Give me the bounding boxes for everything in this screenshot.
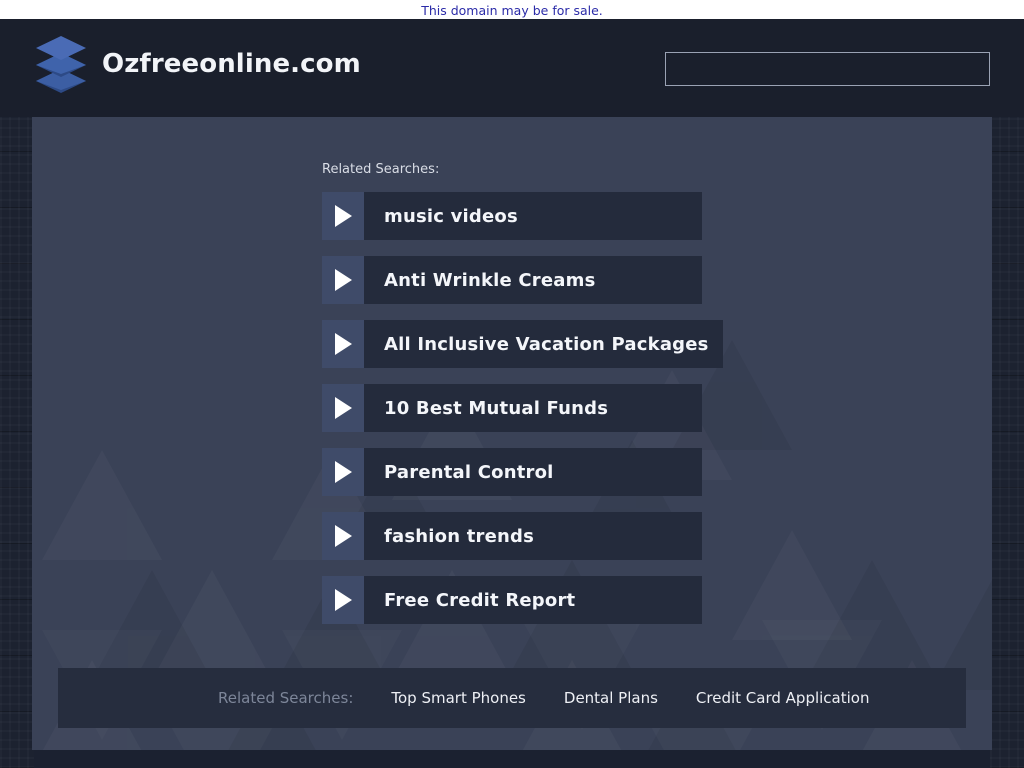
list-item-label: Anti Wrinkle Creams [384, 269, 596, 291]
related-searches-list: music videos Anti Wrinkle Creams All Inc… [322, 192, 723, 640]
list-item-label: Free Credit Report [384, 589, 576, 611]
footer-related-searches-bar: Related Searches: Top Smart Phones Denta… [58, 668, 966, 728]
play-arrow-icon [322, 512, 364, 560]
domain-for-sale-link[interactable]: This domain may be for sale. [421, 1, 603, 20]
page-root: This domain may be for sale. Ozfreeonlin… [0, 0, 1024, 768]
play-arrow-icon [322, 256, 364, 304]
list-item-label: fashion trends [384, 525, 535, 547]
site-header: Ozfreeonline.com [0, 19, 1024, 117]
list-item-text: fashion trends [364, 512, 702, 560]
brand-logo[interactable]: Ozfreeonline.com [34, 33, 361, 95]
list-item[interactable]: Parental Control [322, 448, 702, 496]
play-arrow-icon [322, 192, 364, 240]
brand-name: Ozfreeonline.com [102, 49, 361, 79]
related-searches-label: Related Searches: [322, 162, 440, 177]
search-input[interactable] [665, 52, 990, 86]
stacked-layers-icon [36, 36, 86, 93]
play-arrow-icon [322, 384, 364, 432]
list-item-label: music videos [384, 205, 518, 227]
list-item-label: Parental Control [384, 461, 554, 483]
footer-link-credit-card-application[interactable]: Credit Card Application [696, 689, 870, 707]
list-item-text: music videos [364, 192, 702, 240]
list-item-label: 10 Best Mutual Funds [384, 397, 609, 419]
footer-link-dental-plans[interactable]: Dental Plans [564, 689, 658, 707]
list-item[interactable]: 10 Best Mutual Funds [322, 384, 702, 432]
list-item[interactable]: fashion trends [322, 512, 702, 560]
play-arrow-icon [322, 576, 364, 624]
domain-for-sale-banner: This domain may be for sale. [0, 0, 1024, 19]
main-content-panel: Related Searches: music videos Anti Wrin… [32, 117, 992, 750]
list-item[interactable]: music videos [322, 192, 702, 240]
list-item[interactable]: Free Credit Report [322, 576, 702, 624]
list-item-text: Parental Control [364, 448, 702, 496]
list-item[interactable]: All Inclusive Vacation Packages [322, 320, 723, 368]
list-item[interactable]: Anti Wrinkle Creams [322, 256, 702, 304]
list-item-label: All Inclusive Vacation Packages [384, 333, 709, 355]
list-item-text: 10 Best Mutual Funds [364, 384, 702, 432]
play-arrow-icon [322, 448, 364, 496]
footer-link-top-smart-phones[interactable]: Top Smart Phones [391, 689, 526, 707]
list-item-text: Anti Wrinkle Creams [364, 256, 702, 304]
footer-related-searches-label: Related Searches: [218, 689, 354, 707]
play-arrow-icon [322, 320, 364, 368]
list-item-text: Free Credit Report [364, 576, 702, 624]
list-item-text: All Inclusive Vacation Packages [364, 320, 723, 368]
